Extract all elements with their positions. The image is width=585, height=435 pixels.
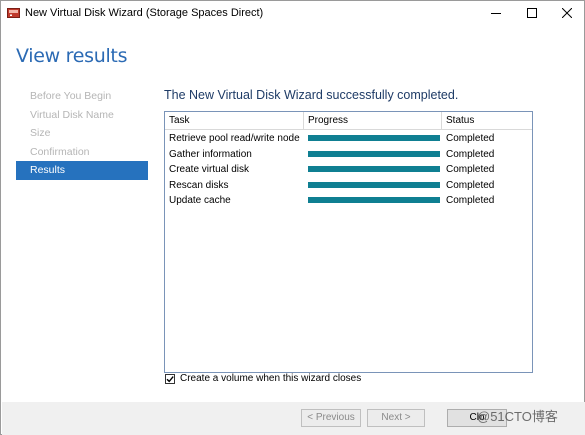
page-title: View results xyxy=(16,45,128,67)
title-bar[interactable]: New Virtual Disk Wizard (Storage Spaces … xyxy=(1,1,584,25)
progress-cell xyxy=(308,131,440,147)
minimize-icon xyxy=(491,13,501,14)
table-body: Retrieve pool read/write node Completed … xyxy=(165,131,532,209)
status-cell: Completed xyxy=(446,195,495,206)
column-header-progress[interactable]: Progress xyxy=(304,112,442,130)
virtual-disk-wizard-icon xyxy=(7,8,20,18)
maximize-button[interactable] xyxy=(513,1,551,25)
nav-step-before-you-begin[interactable]: Before You Begin xyxy=(16,87,148,106)
task-cell: Retrieve pool read/write node xyxy=(169,133,300,144)
status-cell: Completed xyxy=(446,164,495,175)
previous-button[interactable]: < Previous xyxy=(301,409,361,427)
status-cell: Completed xyxy=(446,148,495,160)
progress-cell xyxy=(308,193,440,209)
minimize-button[interactable] xyxy=(477,1,515,25)
create-volume-label[interactable]: Create a volume when this wizard closes xyxy=(180,373,361,384)
task-cell: Create virtual disk xyxy=(169,164,250,175)
column-header-task[interactable]: Task xyxy=(165,112,304,130)
progress-bar xyxy=(308,166,440,172)
progress-bar xyxy=(308,135,440,141)
table-row[interactable]: Retrieve pool read/write node Completed xyxy=(165,131,532,147)
progress-bar-fill xyxy=(308,181,440,188)
completion-message: The New Virtual Disk Wizard successfully… xyxy=(164,88,459,102)
progress-bar xyxy=(308,150,440,157)
progress-bar xyxy=(308,181,440,188)
nav-step-size[interactable]: Size xyxy=(16,124,148,143)
table-row[interactable]: Update cache Completed xyxy=(165,193,532,209)
progress-bar-fill xyxy=(308,135,440,141)
task-cell: Update cache xyxy=(169,195,231,206)
wizard-window: New Virtual Disk Wizard (Storage Spaces … xyxy=(0,0,585,435)
close-icon xyxy=(562,8,572,18)
table-header: Task Progress Status xyxy=(165,112,532,130)
next-button[interactable]: Next > xyxy=(367,409,425,427)
nav-step-results[interactable]: Results xyxy=(16,161,148,180)
window-title: New Virtual Disk Wizard (Storage Spaces … xyxy=(25,7,264,19)
close-window-button[interactable] xyxy=(548,1,585,25)
nav-step-virtual-disk-name[interactable]: Virtual Disk Name xyxy=(16,106,148,125)
results-table[interactable]: Task Progress Status Retrieve pool read/… xyxy=(164,111,533,373)
progress-cell xyxy=(308,147,440,163)
task-cell: Gather information xyxy=(169,148,252,160)
table-row[interactable]: Gather information Completed xyxy=(165,147,532,163)
progress-bar-fill xyxy=(308,166,440,172)
maximize-icon xyxy=(527,8,537,18)
progress-cell xyxy=(308,162,440,178)
status-cell: Completed xyxy=(446,179,495,191)
nav-step-confirmation[interactable]: Confirmation xyxy=(16,143,148,162)
progress-bar-fill xyxy=(308,150,440,157)
checkmark-icon xyxy=(166,376,174,383)
column-header-status[interactable]: Status xyxy=(442,112,532,130)
create-volume-checkbox[interactable] xyxy=(165,374,175,384)
task-cell: Rescan disks xyxy=(169,179,229,191)
table-row[interactable]: Create virtual disk Completed xyxy=(165,162,532,178)
status-cell: Completed xyxy=(446,133,495,144)
watermark: @51CTO博客 xyxy=(477,409,558,424)
progress-cell xyxy=(308,178,440,194)
table-row[interactable]: Rescan disks Completed xyxy=(165,178,532,194)
progress-bar xyxy=(308,197,440,203)
progress-bar-fill xyxy=(308,197,440,203)
wizard-steps-nav: Before You Begin Virtual Disk Name Size … xyxy=(16,87,148,180)
